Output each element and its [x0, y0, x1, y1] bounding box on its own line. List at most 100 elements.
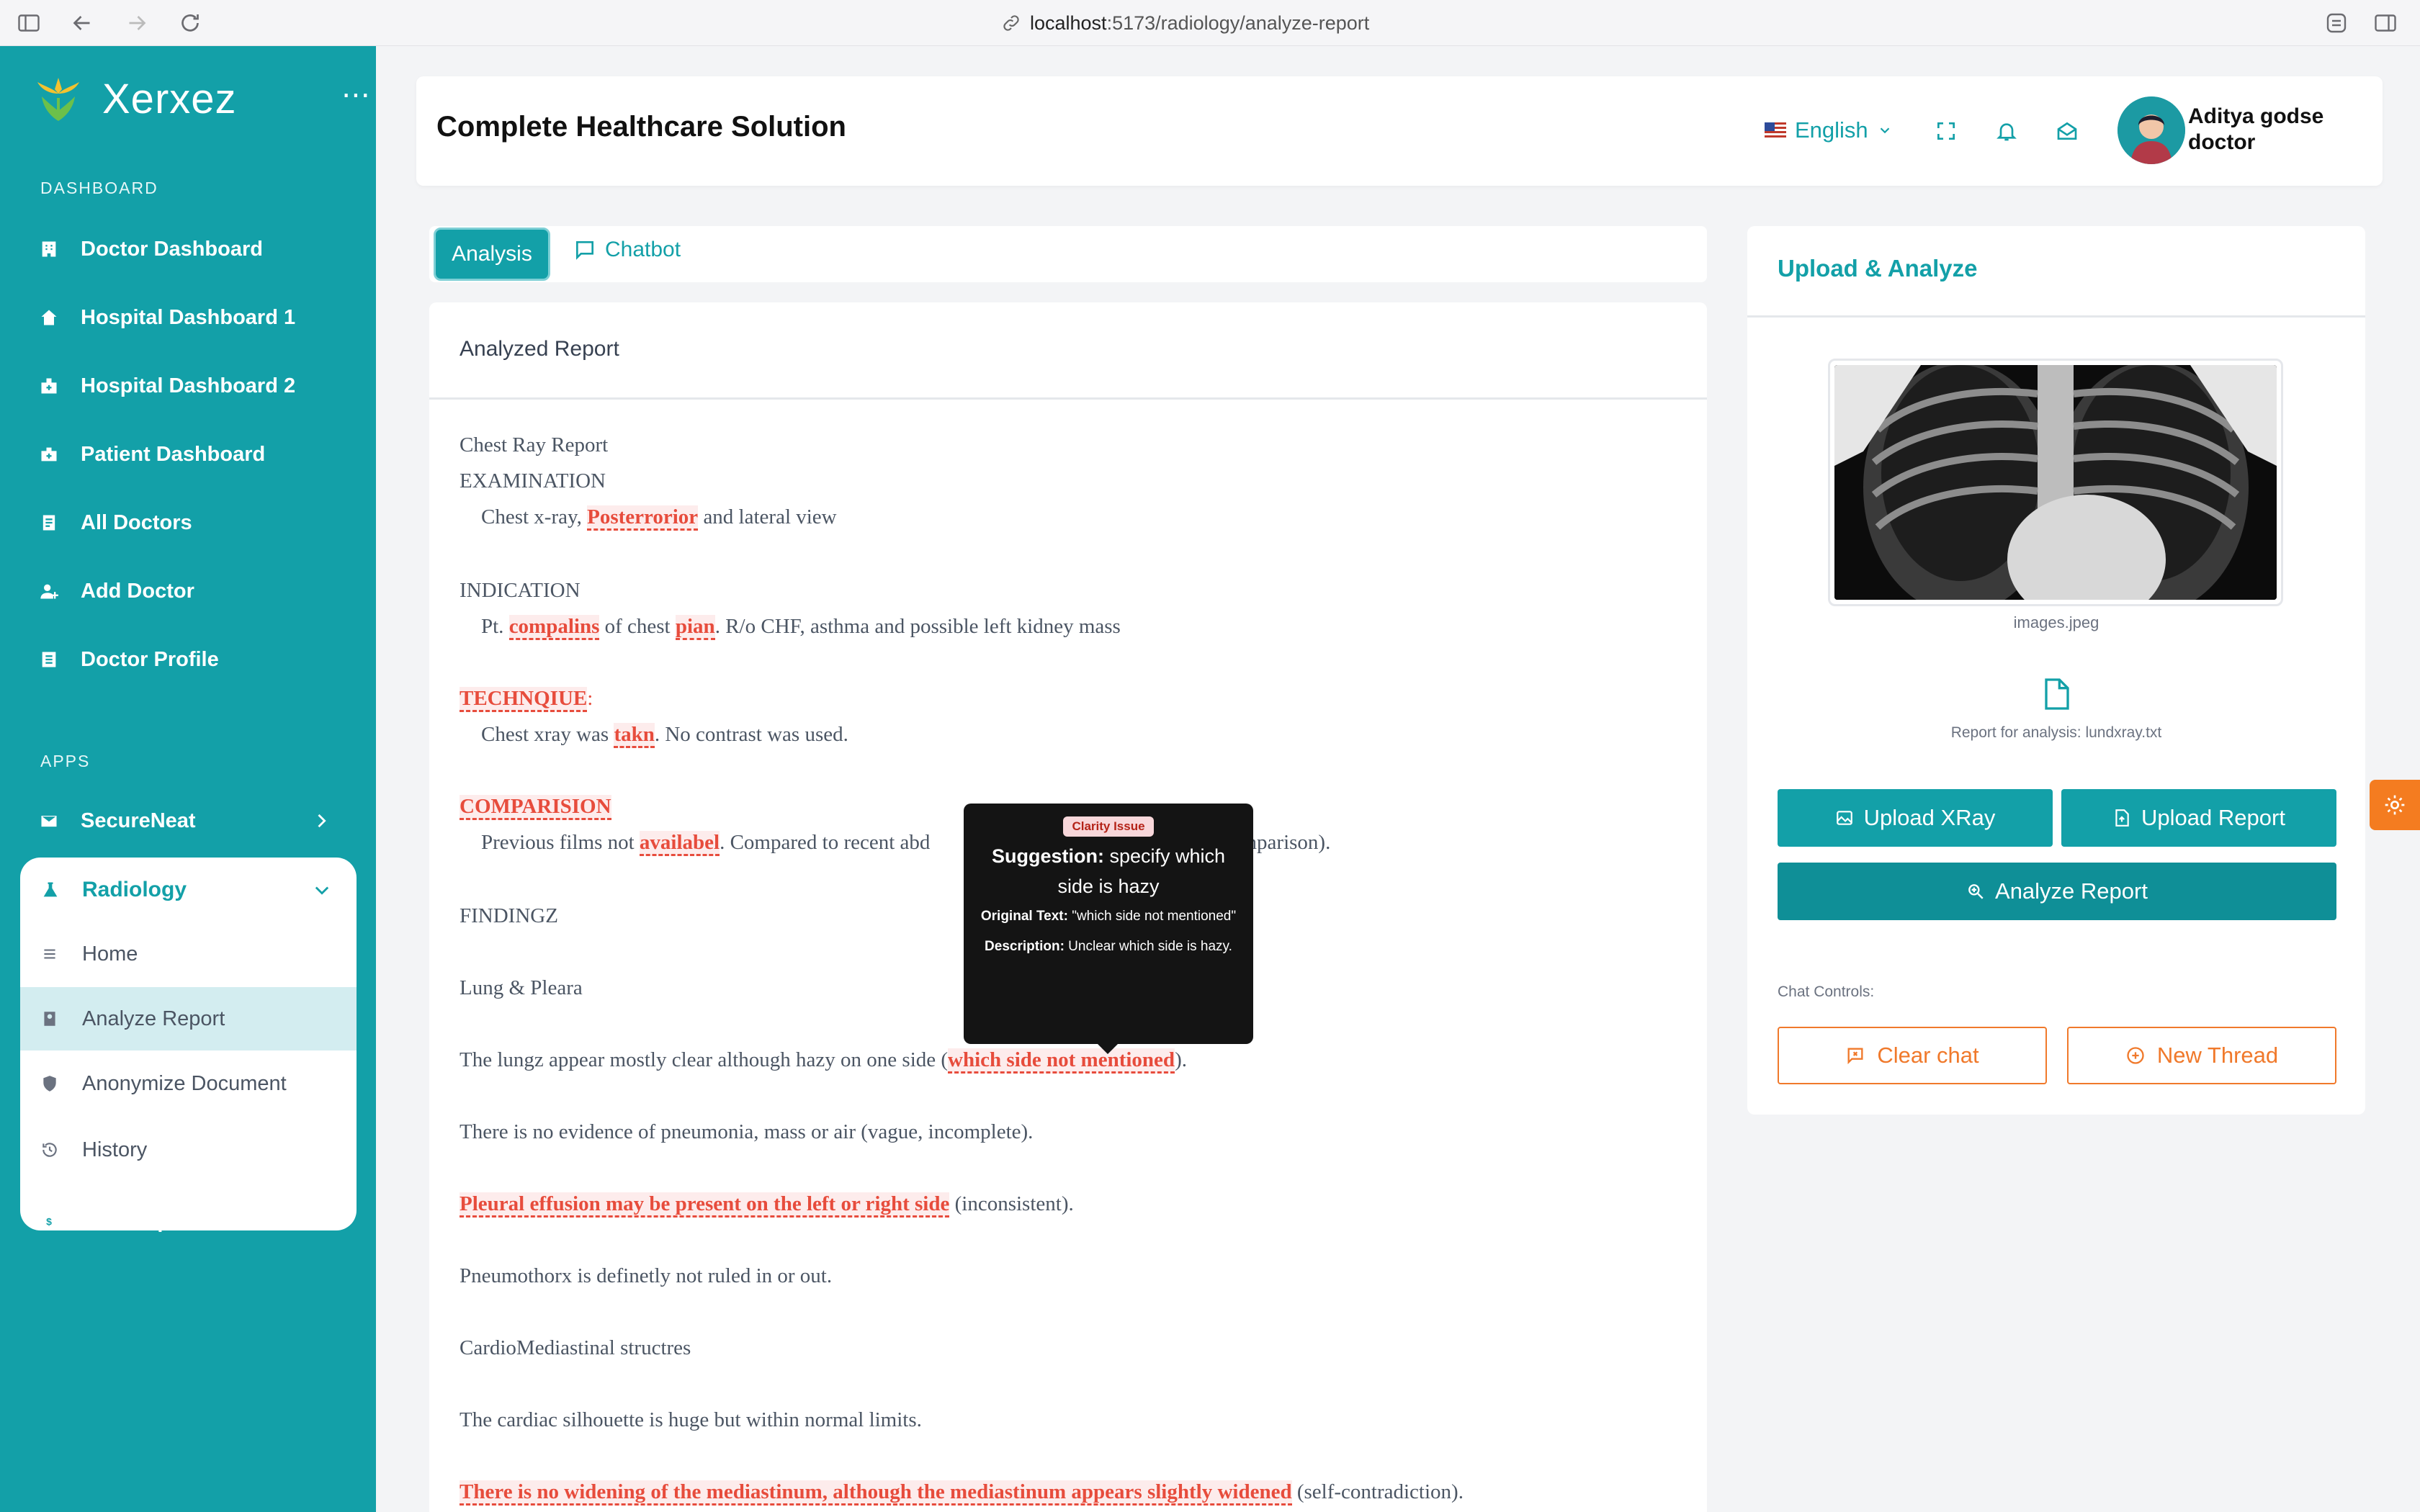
text-segment: Chest x-ray, [481, 505, 588, 528]
sidebar-item-label: SecureNeat [81, 809, 196, 832]
spelling-error-highlight[interactable]: TECHNQIUE [460, 687, 588, 712]
spelling-error-highlight[interactable]: COMPARISION [460, 795, 611, 820]
user-name: Aditya godse [2188, 104, 2324, 128]
description-label: Description: [985, 939, 1065, 954]
sidebar-item-hospital-dashboard-2[interactable]: Hospital Dashboard 2 [20, 357, 356, 415]
report-line: Previous films not availabel. Compared t… [481, 831, 931, 856]
sidebar-item-label: Hospital Dashboard 1 [81, 305, 296, 329]
upload-xray-label: Upload XRay [1863, 805, 1996, 830]
consistency-issue-highlight[interactable]: Pleural effusion may be present on the l… [460, 1192, 950, 1218]
suggestion-label: Suggestion: [991, 845, 1104, 867]
spelling-error-highlight[interactable]: Posterrorior [587, 505, 699, 531]
tab-chatbot[interactable]: Chatbot [573, 238, 681, 262]
spelling-error-highlight[interactable]: pian [675, 615, 715, 640]
sidebar-item-all-doctors[interactable]: All Doctors [20, 494, 356, 552]
browser-toolbar: localhost:5173/radiology/analyze-report [0, 0, 2420, 46]
sidebar-toggle-icon[interactable] [16, 10, 42, 36]
extensions-icon[interactable] [2323, 10, 2349, 36]
text-segment: ). [1175, 1048, 1187, 1071]
sidebar-item-radiology[interactable]: Radiology [20, 858, 357, 922]
report-line: The cardiac silhouette is huge but withi… [460, 1408, 922, 1431]
analyze-report-button[interactable]: Analyze Report [1778, 863, 2336, 920]
list-icon [42, 515, 55, 531]
spelling-error-highlight[interactable]: takn [614, 723, 655, 748]
submenu-item-history[interactable]: History [20, 1118, 357, 1182]
sidebar-item-hospital-dashboard-1[interactable]: Hospital Dashboard 1 [20, 289, 356, 346]
text-segment: of chest [599, 615, 676, 638]
user-info: Aditya godse doctor [2188, 104, 2323, 156]
report-line: COMPARISION [460, 795, 611, 820]
sidebar-item-label: Subscriptions [81, 1209, 220, 1233]
more-options-icon[interactable]: ⋯ [341, 81, 372, 109]
sidebar-item-add-doctor[interactable]: Add Doctor [20, 562, 356, 620]
reload-icon[interactable] [177, 10, 203, 36]
chevron-down-icon [1880, 127, 1889, 134]
spelling-error-highlight[interactable]: compalins [508, 615, 600, 640]
url-host: localhost [1030, 12, 1107, 34]
text-segment: . Compared to recent abd [720, 831, 931, 854]
contradiction-highlight[interactable]: There is no widening of the mediastinum,… [460, 1480, 1292, 1506]
sidebar-item-label: All Doctors [81, 510, 192, 534]
divider [1747, 315, 2365, 318]
upload-report-label: Upload Report [2141, 805, 2285, 830]
report-line: Chest Ray Report [460, 433, 609, 456]
sidebar-item-label: Doctor Dashboard [81, 237, 263, 261]
upload-report-button[interactable]: Upload Report [2061, 789, 2336, 847]
report-line: Pleural effusion may be present on the l… [460, 1192, 1074, 1218]
bell-icon[interactable] [1995, 120, 2018, 143]
divider [429, 397, 1707, 400]
tab-analysis[interactable]: Analysis [434, 228, 550, 281]
file-upload-icon [2115, 809, 2129, 827]
sidebar-item-label: Hospital Dashboard 2 [81, 374, 296, 397]
report-line: FINDINGZ [460, 904, 558, 927]
building-icon [42, 241, 56, 257]
home-icon [41, 310, 57, 325]
new-thread-button[interactable]: New Thread [2067, 1027, 2336, 1084]
split-view-icon[interactable] [2372, 10, 2398, 36]
clear-chat-button[interactable]: Clear chat [1778, 1027, 2047, 1084]
submenu-item-home[interactable]: Home [20, 922, 357, 986]
sidebar-item-subscriptions[interactable]: $ Subscriptions [20, 1192, 356, 1250]
url-path: :5173/radiology/analyze-report [1106, 12, 1370, 34]
settings-gear-button[interactable] [2370, 780, 2420, 830]
xray-image [1834, 365, 2277, 600]
report-line: CardioMediastinal structres [460, 1336, 691, 1359]
hospital-icon [41, 378, 57, 394]
fullscreen-icon[interactable] [1935, 120, 1958, 143]
upload-xray-button[interactable]: Upload XRay [1778, 789, 2053, 847]
sidebar-item-doctor-dashboard[interactable]: Doctor Dashboard [20, 220, 356, 278]
submenu-item-analyze-report[interactable]: Analyze Report [20, 987, 357, 1050]
spelling-error-highlight[interactable]: availabel [639, 831, 720, 856]
sidebar-item-doctor-profile[interactable]: Doctor Profile [20, 631, 356, 688]
submenu-item-anonymize-document[interactable]: Anonymize Document [20, 1052, 357, 1115]
logo-icon [37, 78, 79, 121]
report-line: There is no widening of the mediastinum,… [460, 1480, 1464, 1506]
submenu-item-label: Analyze Report [82, 1007, 225, 1030]
report-line: TECHNQIUE: [460, 687, 593, 712]
chevron-down-icon [315, 886, 329, 895]
brand-name: Xerxez [102, 76, 237, 122]
address-bar[interactable]: localhost:5173/radiology/analyze-report [1001, 12, 1369, 35]
page-title: Complete Healthcare Solution [436, 111, 846, 143]
original-label: Original Text: [980, 909, 1068, 924]
clarity-issue-highlight[interactable]: which side not mentioned [948, 1048, 1175, 1074]
document-icon [2045, 678, 2069, 710]
shield-icon [43, 1076, 56, 1092]
language-selector[interactable]: English [1765, 117, 1893, 143]
report-line: Chest xray was takn. No contrast was use… [481, 723, 848, 748]
issue-type-badge: Clarity Issue [1063, 816, 1154, 837]
new-thread-label: New Thread [2156, 1043, 2279, 1068]
report-line: Pt. compalins of chest pian. R/o CHF, as… [481, 615, 1121, 640]
sidebar: Xerxez ⋯ DASHBOARD Doctor Dashboard Hosp… [0, 46, 376, 1512]
analyze-report-label: Analyze Report [1995, 878, 2148, 904]
section-label-dashboard: DASHBOARD [40, 179, 158, 197]
text-segment: Pt. [481, 615, 509, 638]
mail-icon[interactable] [2056, 120, 2079, 143]
avatar[interactable] [2118, 96, 2185, 164]
back-icon[interactable] [69, 10, 95, 36]
sidebar-item-secureneat[interactable]: SecureNeat [20, 792, 356, 850]
forward-icon[interactable] [124, 10, 150, 36]
image-icon [1836, 811, 1852, 825]
radiology-submenu: Radiology Home Analyze Report Anonymize … [20, 858, 357, 1230]
sidebar-item-patient-dashboard[interactable]: Patient Dashboard [20, 426, 356, 483]
